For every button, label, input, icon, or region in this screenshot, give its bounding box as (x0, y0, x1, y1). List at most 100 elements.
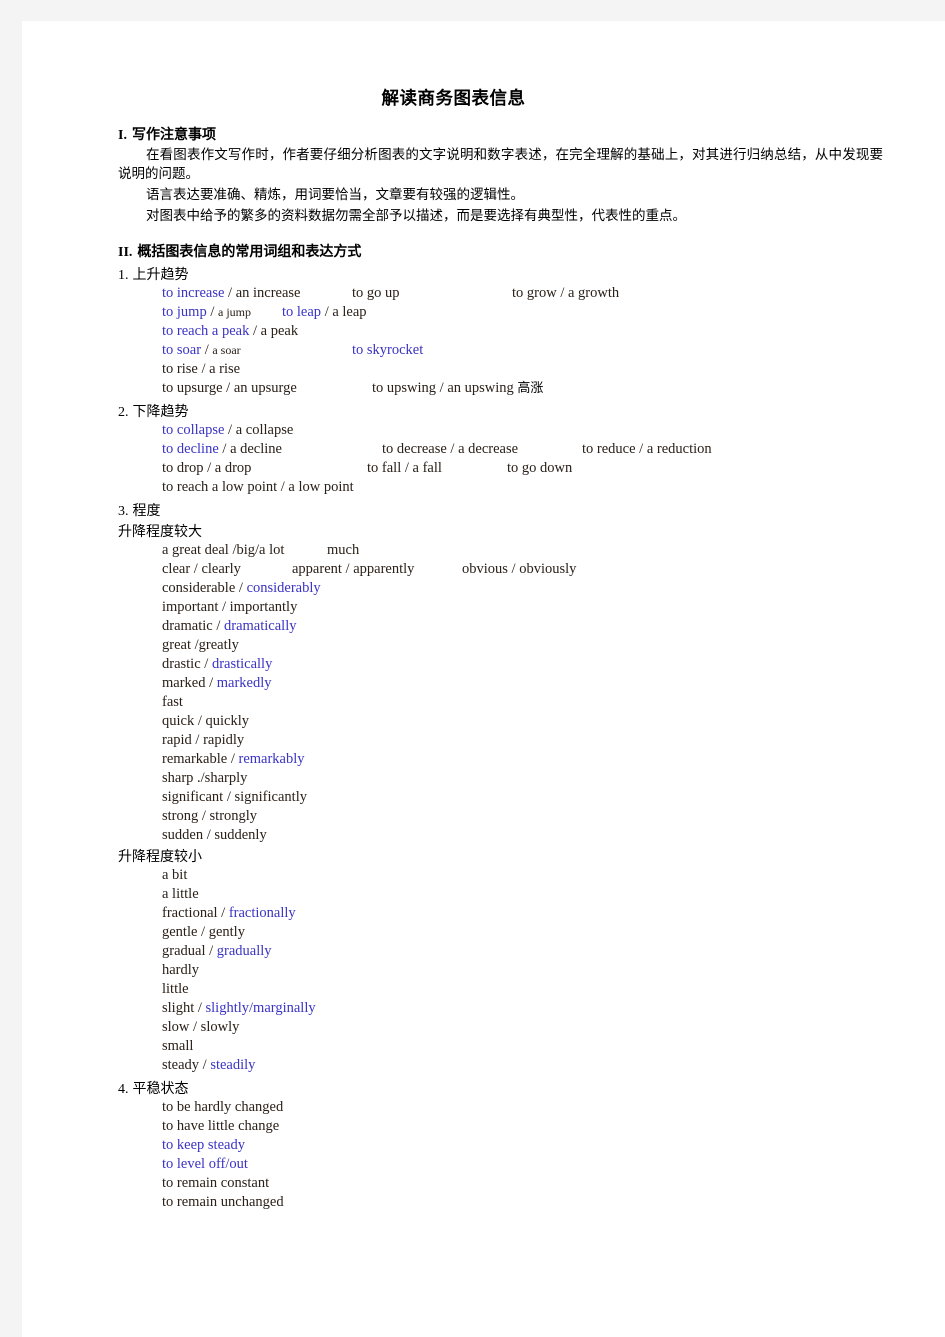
vocab-token: to have little change (162, 1117, 280, 1134)
vocab-token: to grow / a growth (512, 284, 620, 301)
vocab-segment: to leap / a leap (282, 303, 367, 322)
vocab-token: to rise / a rise (162, 360, 241, 377)
vocab-row: considerable / considerably (162, 579, 945, 598)
vocab-segment: a bit (162, 867, 187, 883)
vocab-group-index: 3. (118, 503, 129, 519)
vocab-token: slow / slowly (162, 1018, 240, 1035)
vocab-group-label: 上升趋势 (132, 266, 189, 283)
vocab-token: / (201, 341, 213, 358)
vocab-token: to remain constant (162, 1174, 270, 1191)
vocab-segment: little (162, 981, 189, 997)
vocab-segment: to rise / a rise (162, 361, 240, 377)
vocab-token: to soar (162, 341, 202, 358)
vocab-token: a great deal /big/a lot (162, 541, 285, 558)
vocab-token: fractionally (228, 904, 296, 921)
vocab-row: a bit (162, 866, 945, 885)
vocab-row: dramatic / dramatically (162, 617, 945, 636)
vocab-segment: quick / quickly (162, 713, 249, 729)
vocab-segment: to reduce / a reduction (582, 440, 712, 459)
vocab-token: to leap (282, 303, 322, 320)
vocab-token: steadily (210, 1056, 256, 1073)
vocab-segment: dramatic / dramatically (162, 618, 296, 634)
vocab-row: to jump / a jump to leap / a leap (162, 303, 945, 322)
vocab-row: to reach a low point / a low point (162, 478, 945, 497)
page-content: 解读商务图表信息 I. 写作注意事项 在看图表作文写作时，作者要仔细分析图表的文字… (22, 85, 945, 1337)
vocab-group-index: 1. (118, 267, 129, 283)
vocab-group-0-list: to increase / an increase to go up to grow… (22, 284, 945, 398)
vocab-token: a leap (332, 303, 367, 320)
vocab-segment: remarkable / remarkably (162, 751, 305, 767)
vocab-token: considerable / (162, 579, 247, 596)
vocab-token: to keep steady (162, 1136, 245, 1153)
vocab-group-heading: 2. 下降趋势 (22, 401, 945, 421)
vocab-token: dramatically (224, 617, 297, 634)
vocab-segment: to level off/out (162, 1156, 248, 1172)
vocab-segment: to go up (352, 284, 400, 303)
vocab-token: to reduce / a reduction (582, 440, 712, 457)
section-title-2: 概括图表信息的常用词组和表达方式 (137, 243, 362, 260)
vocab-segment: significant / significantly (162, 789, 307, 805)
vocab-row: to be hardly changed (162, 1098, 945, 1117)
vocab-segment: to remain unchanged (162, 1194, 284, 1210)
vocab-segment: to grow / a growth (512, 284, 619, 303)
vocab-token: fractional / (162, 904, 229, 921)
vocab-token: remarkable / (162, 750, 239, 767)
vocab-row: little (162, 980, 945, 999)
vocab-row: hardly (162, 961, 945, 980)
vocab-token: hardly (162, 961, 200, 978)
vocabulary-groups: 1. 上升趋势 to increase / an increase to go up t… (22, 264, 945, 1212)
vocab-row: slight / slightly/marginally (162, 999, 945, 1018)
vocab-token: quick / quickly (162, 712, 249, 729)
vocab-token: a soar (212, 342, 241, 357)
vocab-token: to decrease / a decrease (382, 440, 519, 457)
section-heading-2: II. 概括图表信息的常用词组和表达方式 (22, 241, 945, 261)
vocab-token: apparent / apparently (292, 560, 415, 577)
intro-paragraph-3: 对图表中给予的繁多的资料数据勿需全部予以描述，而是要选择有典型性，代表性的重点。 (146, 208, 686, 225)
vocab-token: to drop / a drop (162, 459, 252, 476)
vocab-token: / (224, 421, 236, 438)
vocab-row: to rise / a rise (162, 360, 945, 379)
vocab-segment: important / importantly (162, 599, 297, 615)
vocab-row: to upsurge / an upsurge to upswing / an u… (162, 379, 945, 398)
vocab-sublabel: 升降程度较大 (118, 523, 202, 540)
vocab-sublabel: 升降程度较小 (118, 848, 202, 865)
vocab-row: to remain unchanged (162, 1193, 945, 1212)
vocab-token: small (162, 1037, 194, 1054)
vocab-segment: much (327, 541, 359, 560)
vocab-token: to collapse (162, 421, 225, 438)
vocab-token: 高涨 (517, 380, 544, 396)
vocab-group-label: 下降趋势 (132, 403, 189, 420)
section-numeral-1: I. (118, 128, 127, 143)
vocab-segment: to reach a peak / a peak (162, 323, 298, 339)
vocab-segment: marked / markedly (162, 675, 272, 691)
vocab-row: to collapse / a collapse (162, 421, 945, 440)
vocab-segment: considerable / considerably (162, 580, 321, 596)
vocab-segment: rapid / rapidly (162, 732, 244, 748)
vocab-token: sudden / suddenly (162, 826, 267, 843)
vocab-token: a bit (162, 866, 188, 883)
vocab-row: to soar / a soar to skyrocket (162, 341, 945, 360)
vocab-token: markedly (216, 674, 272, 691)
vocab-token: drastic / (162, 655, 212, 672)
vocab-row: to reach a peak / a peak (162, 322, 945, 341)
vocab-token: considerably (246, 579, 321, 596)
vocab-token: gentle / gently (162, 923, 245, 940)
vocab-row: to decline / a decline to decrease / a de… (162, 440, 945, 459)
vocab-token: fast (162, 693, 183, 710)
vocab-token: gradual / (162, 942, 217, 959)
vocab-token: a peak (260, 322, 299, 339)
vocab-group-label: 程度 (132, 502, 161, 519)
vocab-token: to level off/out (162, 1155, 248, 1172)
vocab-row: a great deal /big/a lot much (162, 541, 945, 560)
vocab-segment: small (162, 1038, 193, 1054)
vocab-segment: gradual / gradually (162, 943, 272, 959)
vocab-token: to decline (162, 440, 219, 457)
vocab-group-heading: 3. 程度 (22, 500, 945, 520)
vocab-row: slow / slowly (162, 1018, 945, 1037)
vocab-token: important / importantly (162, 598, 298, 615)
vocab-segment: to decrease / a decrease (382, 440, 518, 459)
vocab-row: to drop / a drop to fall / a fall to go do… (162, 459, 945, 478)
document-page: 解读商务图表信息 I. 写作注意事项 在看图表作文写作时，作者要仔细分析图表的文字… (0, 0, 945, 1337)
vocab-segment: a little (162, 886, 199, 902)
vocab-segment: to upsurge / an upsurge (162, 380, 297, 396)
